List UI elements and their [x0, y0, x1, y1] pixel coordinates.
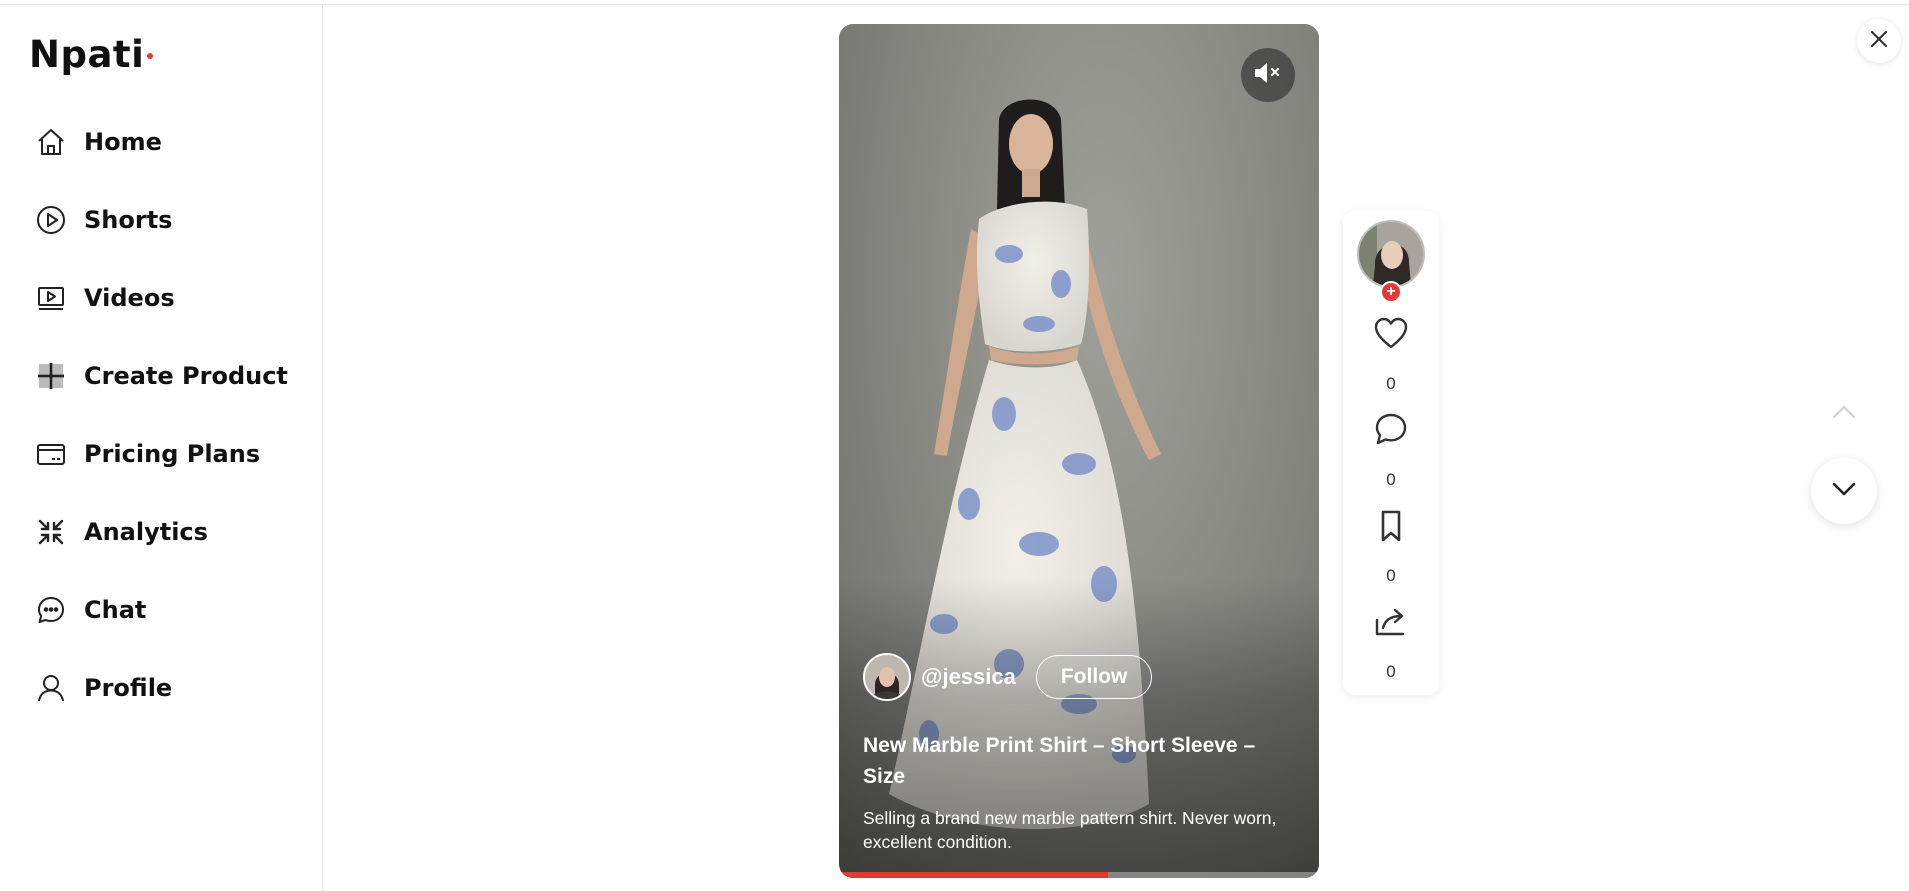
heart-icon: [1373, 316, 1409, 355]
video-player[interactable]: @jessica Follow New Marble Print Shirt –…: [839, 24, 1319, 878]
video-description: Selling a brand new marble pattern shirt…: [863, 808, 1277, 852]
comment-icon: [1373, 412, 1409, 451]
save-count: 0: [1386, 566, 1396, 585]
mute-button[interactable]: [1241, 48, 1295, 102]
close-button[interactable]: [1857, 19, 1901, 63]
sidebar-item-label: Home: [84, 128, 162, 156]
bookmark-icon: [1376, 509, 1406, 548]
brand-dot: [147, 53, 154, 59]
previous-video-button[interactable]: [1811, 381, 1877, 447]
sidebar-item-profile[interactable]: Profile: [34, 666, 172, 710]
sidebar-item-videos[interactable]: Videos: [34, 276, 175, 320]
sidebar: Npati Home Shorts Videos Create Product: [0, 5, 323, 891]
follow-plus-badge[interactable]: +: [1380, 281, 1402, 303]
sidebar-item-label: Analytics: [84, 518, 208, 546]
follow-button[interactable]: Follow: [1035, 655, 1153, 699]
analytics-icon: [34, 515, 68, 549]
card-icon: [34, 437, 68, 471]
sidebar-item-chat[interactable]: Chat: [34, 588, 146, 632]
sidebar-item-shorts[interactable]: Shorts: [34, 198, 172, 242]
share-icon: [1373, 606, 1409, 643]
chat-icon: [34, 593, 68, 627]
comment-button[interactable]: [1368, 408, 1414, 454]
author-handle[interactable]: @jessica: [921, 664, 1016, 690]
video-progress-bar[interactable]: [839, 872, 1319, 878]
author-avatar[interactable]: [863, 653, 911, 701]
volume-mute-icon: [1253, 61, 1283, 90]
action-rail: + 0 0 0 0: [1343, 211, 1439, 695]
sidebar-item-label: Pricing Plans: [84, 440, 261, 468]
plus-icon: [34, 359, 68, 393]
like-button[interactable]: [1368, 312, 1414, 358]
chevron-up-icon: [1831, 404, 1857, 425]
video-icon: [34, 281, 68, 315]
share-count: 0: [1386, 662, 1396, 681]
author-row: @jessica Follow: [863, 653, 1153, 701]
chevron-down-icon: [1831, 481, 1857, 502]
sidebar-item-label: Shorts: [84, 206, 173, 234]
next-video-button[interactable]: [1811, 458, 1877, 524]
like-count: 0: [1386, 374, 1396, 393]
comment-count: 0: [1386, 470, 1396, 489]
sidebar-item-create-product[interactable]: Create Product: [34, 354, 288, 398]
sidebar-item-home[interactable]: Home: [34, 120, 162, 164]
brand-logo[interactable]: Npati: [29, 33, 154, 76]
user-icon: [34, 671, 68, 705]
sidebar-item-pricing-plans[interactable]: Pricing Plans: [34, 432, 260, 476]
play-circle-icon: [34, 203, 68, 237]
save-button[interactable]: [1368, 505, 1414, 551]
share-button[interactable]: [1368, 601, 1414, 647]
sidebar-item-label: Profile: [84, 674, 173, 702]
video-progress-fill: [839, 872, 1108, 878]
creator-avatar[interactable]: [1357, 220, 1425, 288]
sidebar-item-label: Chat: [84, 596, 147, 624]
sidebar-item-analytics[interactable]: Analytics: [34, 510, 208, 554]
sidebar-item-label: Create Product: [84, 362, 288, 390]
close-icon: [1869, 29, 1889, 54]
video-title: New Marble Print Shirt – Short Sleeve – …: [863, 734, 1256, 788]
home-icon: [34, 125, 68, 159]
brand-name: Npati: [29, 33, 145, 76]
sidebar-item-label: Videos: [84, 284, 175, 312]
